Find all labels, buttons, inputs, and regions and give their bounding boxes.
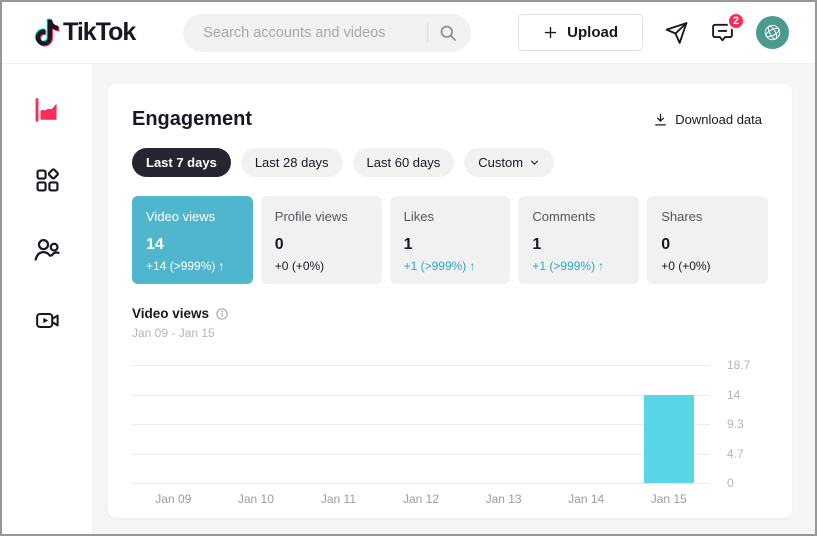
metric-card-comments[interactable]: Comments 1 +1 (>999%)↑ xyxy=(518,196,639,284)
search-input[interactable] xyxy=(201,24,421,42)
upload-label: Upload xyxy=(567,24,618,41)
chart-header: Video views Jan 09 - Jan 15 xyxy=(132,306,768,340)
trend-up-icon: ↑ xyxy=(469,259,475,273)
y-tick: 9.3 xyxy=(727,417,744,431)
chart-plot-area xyxy=(132,365,710,483)
app-body: Engagement Download data Last 7 days Las… xyxy=(2,64,815,534)
x-axis-labels: Jan 09 Jan 10 Jan 11 Jan 12 Jan 13 Jan 1… xyxy=(132,492,710,506)
avatar[interactable] xyxy=(756,16,789,49)
y-tick: 18.7 xyxy=(727,358,750,372)
followers-icon xyxy=(32,235,62,265)
metric-card-profile-views[interactable]: Profile views 0 +0 (+0%) xyxy=(261,196,382,284)
y-tick: 0 xyxy=(727,476,734,490)
card-value: 1 xyxy=(532,236,625,254)
chevron-down-icon xyxy=(529,157,540,168)
y-axis-labels: 18.7 14 9.3 4.7 0 xyxy=(710,365,768,483)
chart-bars xyxy=(132,365,710,483)
filter-custom-label: Custom xyxy=(478,155,523,170)
sidebar-item-analytics[interactable] xyxy=(31,94,63,126)
globe-icon xyxy=(762,22,783,43)
tiktok-note-icon xyxy=(34,18,60,47)
card-delta: +1 (>999%) xyxy=(404,259,467,273)
download-data-button[interactable]: Download data xyxy=(647,111,768,128)
card-value: 14 xyxy=(146,236,239,254)
date-filter-group: Last 7 days Last 28 days Last 60 days Cu… xyxy=(132,148,768,177)
chart-bar-jan-15[interactable] xyxy=(644,395,694,483)
y-tick: 14 xyxy=(727,388,740,402)
metric-card-likes[interactable]: Likes 1 +1 (>999%)↑ xyxy=(390,196,511,284)
gridline xyxy=(132,483,710,484)
tiktok-logo[interactable]: TikTok xyxy=(34,18,135,47)
card-value: 0 xyxy=(661,236,754,254)
analytics-chart-icon xyxy=(32,95,62,125)
download-icon xyxy=(653,112,668,127)
sidebar xyxy=(2,64,92,534)
topbar-actions: Upload 2 xyxy=(518,14,789,51)
x-label: Jan 12 xyxy=(380,492,463,506)
download-label: Download data xyxy=(675,112,762,127)
chart-date-range: Jan 09 - Jan 15 xyxy=(132,326,768,340)
filter-last-28-days[interactable]: Last 28 days xyxy=(241,148,343,177)
chart-title: Video views xyxy=(132,306,209,321)
metric-card-shares[interactable]: Shares 0 +0 (+0%) xyxy=(647,196,768,284)
card-value: 0 xyxy=(275,236,368,254)
metric-card-video-views[interactable]: Video views 14 +14 (>999%)↑ xyxy=(132,196,253,284)
grid-diamond-icon xyxy=(33,166,62,195)
info-icon[interactable] xyxy=(215,307,229,321)
search-icon[interactable] xyxy=(438,23,458,43)
search-divider xyxy=(427,23,428,43)
filter-last-60-days[interactable]: Last 60 days xyxy=(353,148,455,177)
plus-icon xyxy=(543,25,558,40)
upload-button[interactable]: Upload xyxy=(518,14,643,51)
x-label: Jan 09 xyxy=(132,492,215,506)
filter-last-7-days[interactable]: Last 7 days xyxy=(132,148,231,177)
metric-cards: Video views 14 +14 (>999%)↑ Profile view… xyxy=(132,196,768,284)
filter-custom[interactable]: Custom xyxy=(464,148,554,177)
card-delta: +0 (+0%) xyxy=(661,259,710,273)
bar-cell xyxy=(215,365,298,483)
trend-up-icon: ↑ xyxy=(218,259,224,273)
bar-cell xyxy=(297,365,380,483)
inbox-button[interactable]: 2 xyxy=(710,20,735,45)
x-label: Jan 15 xyxy=(627,492,710,506)
logo-wordmark: TikTok xyxy=(63,18,135,47)
card-delta: +14 (>999%) xyxy=(146,259,215,273)
card-label: Shares xyxy=(661,209,754,224)
send-icon xyxy=(664,20,689,45)
panel-header: Engagement Download data xyxy=(132,108,768,131)
video-views-chart: Jan 09 Jan 10 Jan 11 Jan 12 Jan 13 Jan 1… xyxy=(132,365,768,506)
bar-cell xyxy=(380,365,463,483)
x-label: Jan 10 xyxy=(215,492,298,506)
share-button[interactable] xyxy=(664,20,689,45)
notification-badge: 2 xyxy=(727,12,745,30)
card-label: Profile views xyxy=(275,209,368,224)
bar-cell xyxy=(462,365,545,483)
bar-cell xyxy=(132,365,215,483)
card-delta: +0 (+0%) xyxy=(275,259,324,273)
card-label: Likes xyxy=(404,209,497,224)
tiktok-analytics-window: TikTok Upload xyxy=(0,0,817,536)
page-title: Engagement xyxy=(132,108,252,131)
x-label: Jan 13 xyxy=(462,492,545,506)
sidebar-item-content[interactable] xyxy=(31,164,63,196)
trend-up-icon: ↑ xyxy=(598,259,604,273)
card-label: Comments xyxy=(532,209,625,224)
card-delta: +1 (>999%) xyxy=(532,259,595,273)
sidebar-item-followers[interactable] xyxy=(31,234,63,266)
x-label: Jan 14 xyxy=(545,492,628,506)
bar-cell xyxy=(627,365,710,483)
card-value: 1 xyxy=(404,236,497,254)
y-tick: 4.7 xyxy=(727,447,744,461)
main-area: Engagement Download data Last 7 days Las… xyxy=(92,64,815,534)
top-bar: TikTok Upload xyxy=(2,2,815,64)
engagement-panel: Engagement Download data Last 7 days Las… xyxy=(108,84,792,518)
bar-cell xyxy=(545,365,628,483)
x-label: Jan 11 xyxy=(297,492,380,506)
video-camera-icon xyxy=(34,307,61,334)
search-bar[interactable] xyxy=(183,14,471,52)
card-label: Video views xyxy=(146,209,239,224)
sidebar-item-live[interactable] xyxy=(31,304,63,336)
